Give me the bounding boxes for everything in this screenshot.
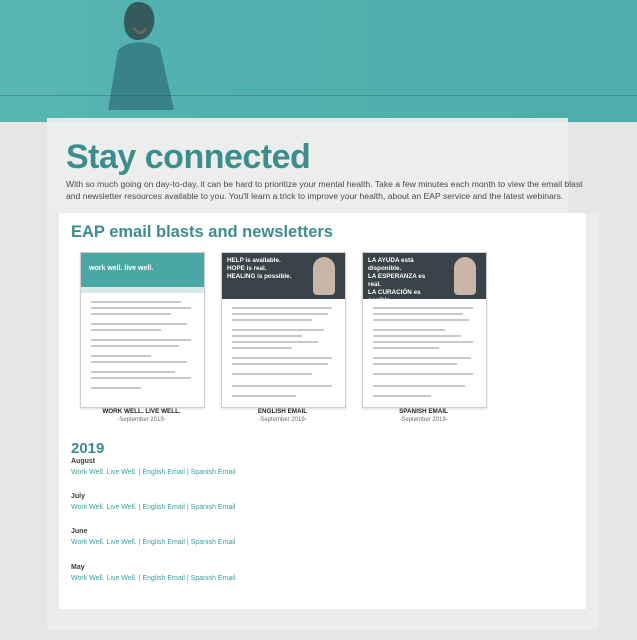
portrait-photo (313, 257, 335, 295)
month-links: Work Well. Live Well. | English Email | … (71, 575, 235, 582)
link-separator: | (186, 539, 189, 546)
link-separator: | (186, 575, 189, 582)
link-separator: | (186, 504, 189, 511)
link-work-well[interactable]: Work Well. Live Well. (71, 539, 137, 546)
thumbnail-date: -September 2019- (399, 417, 448, 423)
thumbnail-subheader (81, 287, 204, 293)
link-work-well[interactable]: Work Well. Live Well. (71, 504, 137, 511)
thumbnail-caption-spanish-email: SPANISH EMAIL -September 2019- (362, 408, 485, 424)
portrait-photo (454, 257, 476, 295)
archive-year: 2019 (71, 440, 105, 457)
thumbnail-heading-line: LA AYUDA está disponible. (368, 257, 414, 272)
month-links: Work Well. Live Well. | English Email | … (71, 539, 235, 546)
thumbnail-heading-line: LA CURACIÓN es posible. (368, 289, 421, 304)
month-name: June (71, 528, 88, 535)
thumbnail-label: WORK WELL. LIVE WELL. (102, 408, 181, 415)
month-may: May Work Well. Live Well. | English Emai… (71, 562, 235, 584)
link-work-well[interactable]: Work Well. Live Well. (71, 575, 137, 582)
thumbnail-date: -September 2019- (258, 417, 307, 423)
month-links: Work Well. Live Well. | English Email | … (71, 469, 235, 476)
link-work-well[interactable]: Work Well. Live Well. (71, 469, 137, 476)
hero-fence-line (0, 95, 637, 96)
hero-banner (0, 0, 637, 122)
thumbnail-heading-line: LA ESPERANZA es real. (368, 273, 426, 288)
thumbnail-work-well[interactable]: work well. live well. (80, 252, 205, 408)
month-name: July (71, 493, 86, 500)
thumbnail-english-email[interactable]: HELP is available. HOPE is real. HEALING… (221, 252, 346, 408)
link-spanish-email[interactable]: Spanish Email (191, 504, 236, 511)
intro-text: With so much going on day-to-day, it can… (66, 179, 583, 201)
link-separator: | (138, 539, 141, 546)
link-separator: | (138, 504, 141, 511)
thumbnail-heading: work well. live well. (89, 265, 154, 272)
link-separator: | (186, 469, 189, 476)
month-june: June Work Well. Live Well. | English Ema… (71, 526, 235, 548)
thumbnail-spanish-email[interactable]: LA AYUDA está disponible. LA ESPERANZA e… (362, 252, 487, 408)
link-spanish-email[interactable]: Spanish Email (191, 469, 236, 476)
month-august: August Work Well. Live Well. | English E… (71, 456, 235, 478)
link-english-email[interactable]: English Email (142, 575, 184, 582)
thumbnail-label: ENGLISH EMAIL (257, 408, 308, 415)
thumbnail-heading-line: HOPE is real. (227, 265, 267, 272)
thumbnail-date: -September 2019- (117, 417, 166, 423)
link-separator: | (138, 469, 141, 476)
month-links: Work Well. Live Well. | English Email | … (71, 504, 235, 511)
section-title: EAP email blasts and newsletters (71, 223, 333, 241)
link-english-email[interactable]: English Email (142, 469, 184, 476)
thumbnail-header: HELP is available. HOPE is real. HEALING… (222, 253, 345, 299)
newsletter-thumbnails: work well. live well. WORK WELL. LIVE WE… (80, 252, 510, 423)
thumbnail-heading-line: HEALING is possible. (227, 273, 292, 280)
month-name: August (71, 458, 96, 465)
link-spanish-email[interactable]: Spanish Email (191, 575, 236, 582)
thumbnail-heading-line: HELP is available. (227, 257, 281, 264)
runner-photo (108, 2, 174, 110)
link-separator: | (138, 575, 141, 582)
link-english-email[interactable]: English Email (142, 539, 184, 546)
thumbnail-caption-english-email: ENGLISH EMAIL -September 2019- (221, 408, 344, 424)
page-title: Stay connected (66, 138, 311, 176)
thumbnail-label: SPANISH EMAIL (399, 408, 448, 415)
month-name: May (71, 564, 85, 571)
link-spanish-email[interactable]: Spanish Email (191, 539, 236, 546)
thumbnail-caption-work-well: WORK WELL. LIVE WELL. -September 2019- (80, 408, 203, 424)
link-english-email[interactable]: English Email (142, 504, 184, 511)
thumbnail-header: LA AYUDA está disponible. LA ESPERANZA e… (363, 253, 486, 304)
month-july: July Work Well. Live Well. | English Ema… (71, 491, 235, 513)
